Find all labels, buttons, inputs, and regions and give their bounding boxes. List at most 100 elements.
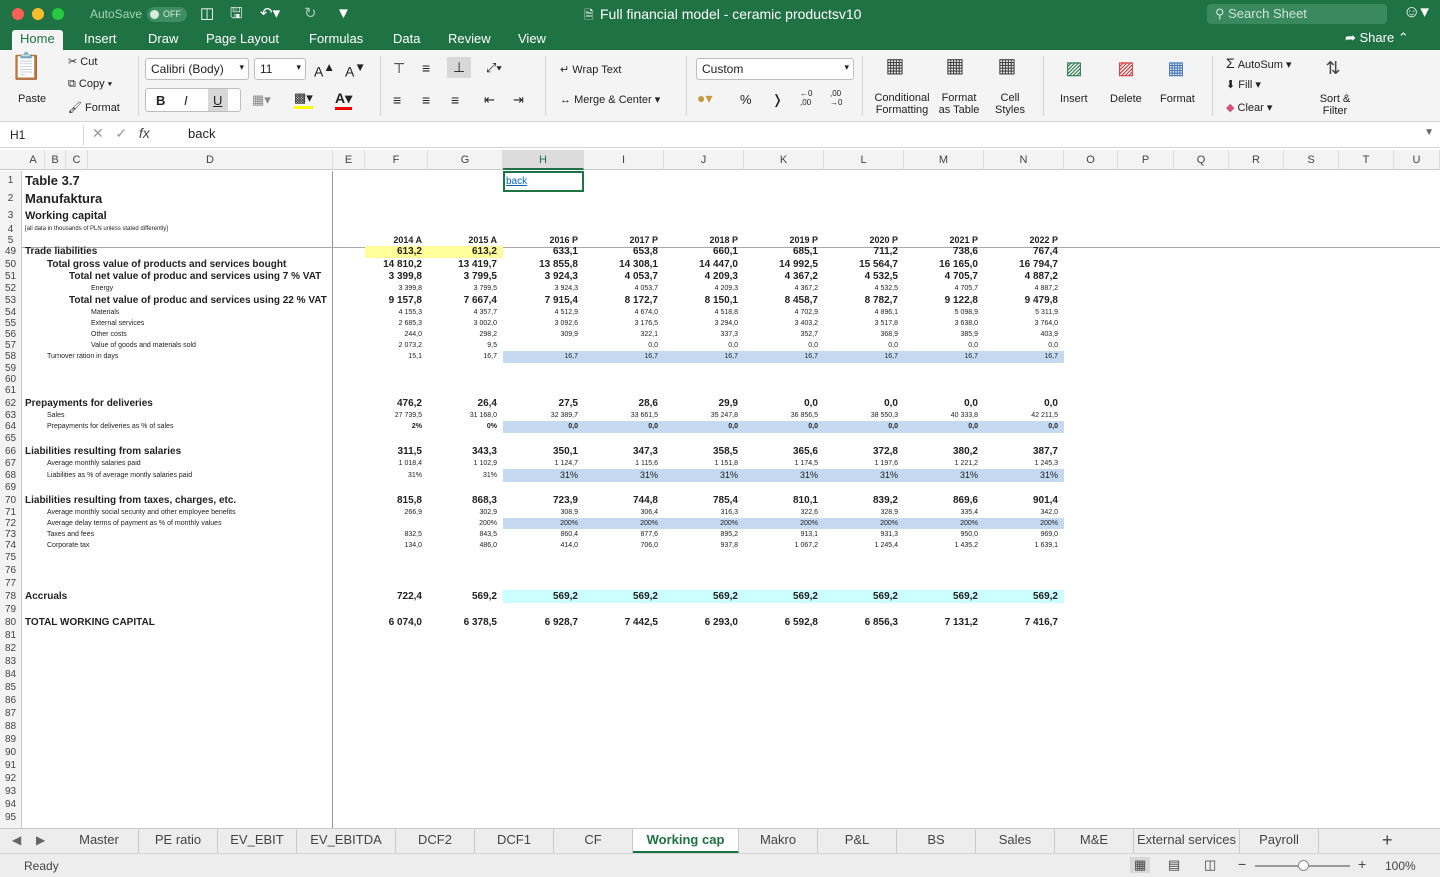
table-cell[interactable]: 31% <box>664 469 744 482</box>
table-cell[interactable]: 3 294,0 <box>664 318 744 329</box>
decrease-decimal-icon[interactable]: ,00 →0 <box>830 89 842 107</box>
table-cell[interactable]: 352,7 <box>744 329 824 340</box>
sheet-grid[interactable]: Table 3.7 Manufaktura Working capital [a… <box>22 171 1440 828</box>
row-header-79[interactable]: 79 <box>0 603 21 616</box>
decrease-indent-icon[interactable]: ⇤ <box>484 92 495 108</box>
row-header-82[interactable]: 82 <box>0 642 21 655</box>
table-cell[interactable]: 0,0 <box>744 397 824 410</box>
comma-style-button[interactable]: ❭ <box>772 92 783 108</box>
table-cell[interactable]: 569,2 <box>584 590 664 603</box>
table-cell[interactable]: 2% <box>365 421 428 433</box>
sheet-tab[interactable]: Working cap <box>633 829 739 853</box>
table-cell[interactable]: 385,9 <box>904 329 984 340</box>
table-cell[interactable]: 26,4 <box>428 397 503 410</box>
format-cells-icon[interactable]: ▦ <box>1158 58 1194 78</box>
table-cell[interactable]: 403,9 <box>984 329 1064 340</box>
column-header-s[interactable]: S <box>1284 150 1339 170</box>
row-header-3[interactable]: 3 <box>0 207 21 224</box>
table-cell[interactable]: 4 887,2 <box>984 271 1064 283</box>
table-cell[interactable]: 9 479,8 <box>984 294 1064 307</box>
sheet-tab[interactable]: DCF1 <box>475 829 554 853</box>
table-cell[interactable]: 200% <box>664 518 744 529</box>
row-header-71[interactable]: 71 <box>0 507 21 518</box>
table-cell[interactable]: 200% <box>824 518 904 529</box>
row-header-86[interactable]: 86 <box>0 694 21 707</box>
scroll-left-icon[interactable]: ◀ <box>12 833 21 847</box>
table-cell[interactable]: 9 122,8 <box>904 294 984 307</box>
customize-toolbar-icon[interactable]: ▼ <box>336 5 351 23</box>
sheet-tab[interactable]: P&L <box>818 829 897 853</box>
table-cell[interactable]: 16 794,7 <box>984 258 1064 271</box>
row-header-80[interactable]: 80 <box>0 616 21 629</box>
table-cell[interactable]: 711,2 <box>824 246 904 258</box>
format-cells-button[interactable]: Format <box>1160 93 1195 105</box>
table-cell[interactable]: 613,2 <box>365 246 428 258</box>
table-cell[interactable]: 815,8 <box>365 494 428 507</box>
table-cell[interactable]: 0,0 <box>744 421 824 433</box>
table-cell[interactable]: 380,2 <box>904 445 984 458</box>
row-header-58[interactable]: 58 <box>0 351 21 363</box>
table-cell[interactable]: 1 151,8 <box>664 458 744 469</box>
row-header-50[interactable]: 50 <box>0 258 21 271</box>
table-cell[interactable]: 722,4 <box>365 590 428 603</box>
tab-insert[interactable]: Insert <box>76 30 125 50</box>
align-left-icon[interactable]: ≡ <box>393 92 401 108</box>
table-cell[interactable]: 2 073,2 <box>365 340 428 351</box>
row-header-60[interactable]: 60 <box>0 374 21 385</box>
table-cell[interactable]: 6 928,7 <box>503 616 584 629</box>
table-cell[interactable]: 877,6 <box>584 529 664 540</box>
row-header-78[interactable]: 78 <box>0 590 21 603</box>
table-cell[interactable]: 950,0 <box>904 529 984 540</box>
align-right-icon[interactable]: ≡ <box>451 92 459 108</box>
table-cell[interactable]: 16,7 <box>428 351 503 363</box>
table-cell[interactable]: 7 442,5 <box>584 616 664 629</box>
table-cell[interactable]: 1 221,2 <box>904 458 984 469</box>
table-cell[interactable]: 4 896,1 <box>824 307 904 318</box>
table-cell[interactable]: 4 705,7 <box>904 283 984 294</box>
table-cell[interactable]: 4 518,8 <box>664 307 744 318</box>
sheet-tab[interactable]: CF <box>554 829 633 853</box>
insert-cells-button[interactable]: Insert <box>1060 93 1088 105</box>
table-cell[interactable]: 569,2 <box>904 590 984 603</box>
table-cell[interactable]: 16 165,0 <box>904 258 984 271</box>
table-cell[interactable]: 350,1 <box>503 445 584 458</box>
table-cell[interactable]: 16,7 <box>984 351 1064 363</box>
name-box[interactable]: H1 <box>4 125 84 145</box>
tab-draw[interactable]: Draw <box>140 30 186 50</box>
sheet-tab[interactable]: PE ratio <box>139 829 218 853</box>
table-cell[interactable]: 335,4 <box>904 507 984 518</box>
table-cell[interactable]: 372,8 <box>824 445 904 458</box>
row-header-4[interactable]: 4 <box>0 224 21 235</box>
table-cell[interactable]: 31% <box>984 469 1064 482</box>
table-cell[interactable]: 16,7 <box>503 351 584 363</box>
table-cell[interactable]: 3 092,6 <box>503 318 584 329</box>
table-cell[interactable]: 569,2 <box>744 590 824 603</box>
table-cell[interactable]: 14 992,5 <box>744 258 824 271</box>
table-cell[interactable]: 14 810,2 <box>365 258 428 271</box>
row-header-93[interactable]: 93 <box>0 785 21 798</box>
align-center-icon[interactable]: ≡ <box>422 92 430 108</box>
column-header-m[interactable]: M <box>904 150 984 170</box>
row-header-56[interactable]: 56 <box>0 329 21 340</box>
column-header-n[interactable]: N <box>984 150 1064 170</box>
column-header-c[interactable]: C <box>66 150 88 170</box>
table-cell[interactable]: 15 564,7 <box>824 258 904 271</box>
table-cell[interactable]: 868,3 <box>428 494 503 507</box>
table-cell[interactable]: 16,7 <box>824 351 904 363</box>
table-cell[interactable]: 7 416,7 <box>984 616 1064 629</box>
table-cell[interactable]: 200% <box>503 518 584 529</box>
table-cell[interactable]: 31% <box>904 469 984 482</box>
delete-cells-icon[interactable]: ▨ <box>1108 58 1144 78</box>
tab-data[interactable]: Data <box>385 30 428 50</box>
font-color-icon[interactable]: A▾ <box>335 90 353 110</box>
column-header-p[interactable]: P <box>1118 150 1174 170</box>
table-cell[interactable]: 3 799,5 <box>428 271 503 283</box>
table-cell[interactable]: 1 245,4 <box>824 540 904 551</box>
sheet-tab[interactable]: Payroll <box>1240 829 1319 853</box>
row-header-85[interactable]: 85 <box>0 681 21 694</box>
italic-button[interactable]: I <box>184 93 188 108</box>
table-cell[interactable]: 4 512,9 <box>503 307 584 318</box>
row-header-66[interactable]: 66 <box>0 445 21 458</box>
table-cell[interactable]: 3 638,0 <box>904 318 984 329</box>
add-sheet-icon[interactable]: + <box>1382 830 1393 851</box>
